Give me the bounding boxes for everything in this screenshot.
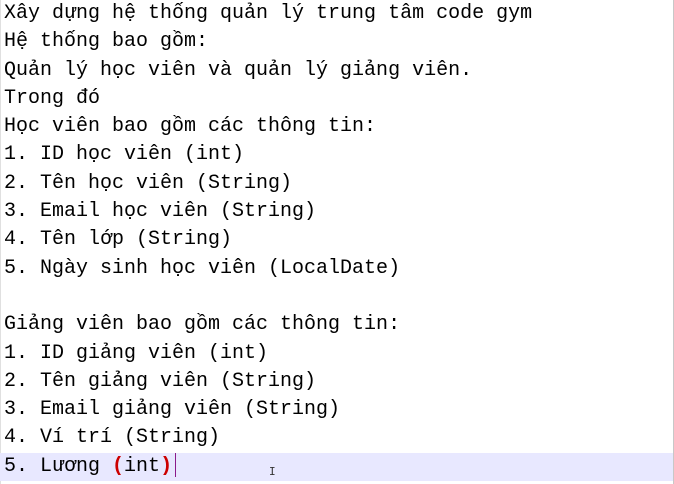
editor-line-14[interactable]: 2. Tên giảng viên (String) <box>0 368 674 396</box>
editor-line-1[interactable]: Xây dựng hệ thống quản lý trung tâm code… <box>0 0 674 28</box>
editor-line-16[interactable]: 4. Ví trí (String) <box>0 424 674 452</box>
bracket-open-highlight: ( <box>112 454 125 478</box>
editor-line-2[interactable]: Hệ thống bao gồm: <box>0 28 674 56</box>
editor-line-13[interactable]: 1. ID giảng viên (int) <box>0 340 674 368</box>
editor-line-6[interactable]: 1. ID học viên (int) <box>0 141 674 169</box>
editor-line-11[interactable] <box>0 283 674 311</box>
bracket-close-highlight: ) <box>160 454 173 478</box>
editor-line-9[interactable]: 4. Tên lớp (String) <box>0 226 674 254</box>
editor-line-3[interactable]: Quản lý học viên và quản lý giảng viên. <box>0 57 674 85</box>
editor-line-8[interactable]: 3. Email học viên (String) <box>0 198 674 226</box>
text-editor[interactable]: Xây dựng hệ thống quản lý trung tâm code… <box>0 0 674 484</box>
editor-line-current[interactable]: 5. Lương (int) <box>0 452 674 482</box>
text-caret <box>175 453 177 478</box>
editor-lines[interactable]: Xây dựng hệ thống quản lý trung tâm code… <box>0 0 674 482</box>
ibeam-cursor-icon: I <box>269 465 276 478</box>
editor-line-10[interactable]: 5. Ngày sinh học viên (LocalDate) <box>0 255 674 283</box>
current-line-word: int <box>124 454 161 478</box>
editor-line-4[interactable]: Trong đó <box>0 85 674 113</box>
editor-line-7[interactable]: 2. Tên học viên (String) <box>0 170 674 198</box>
editor-line-5[interactable]: Học viên bao gồm các thông tin: <box>0 113 674 141</box>
editor-line-12[interactable]: Giảng viên bao gồm các thông tin: <box>0 311 674 339</box>
current-line-prefix: 5. Lương <box>4 454 113 478</box>
editor-line-15[interactable]: 3. Email giảng viên (String) <box>0 396 674 424</box>
